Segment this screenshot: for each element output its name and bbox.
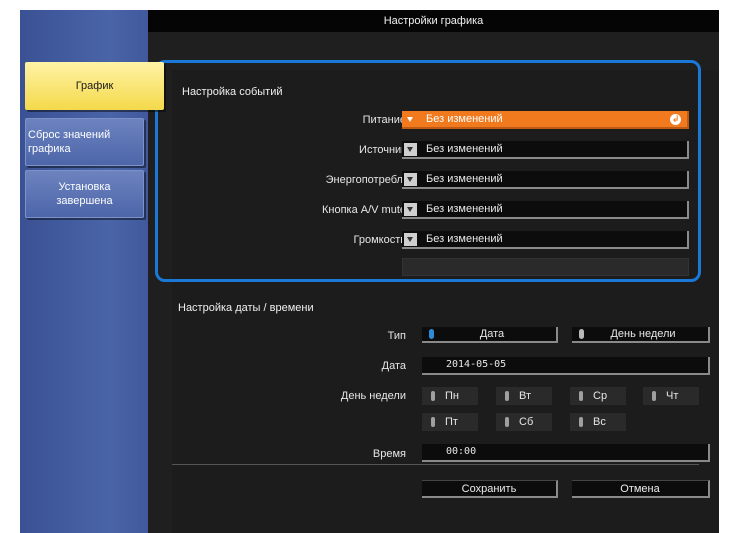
event-settings-label: Настройка событий	[182, 86, 283, 98]
volume-label: Громкость	[353, 234, 406, 246]
checkbox-icon	[431, 417, 435, 427]
power-consumption-label: Энергопотребл.	[325, 174, 406, 186]
checkbox-icon	[505, 417, 509, 427]
source-value: Без изменений	[426, 143, 503, 155]
av-mute-dropdown[interactable]: Без изменений	[402, 201, 689, 219]
datetime-settings-label: Настройка даты / времени	[178, 302, 314, 314]
power-label: Питание	[362, 114, 406, 126]
power-value: Без изменений	[426, 113, 503, 125]
weekday-sun[interactable]: Вс	[570, 413, 626, 431]
source-dropdown[interactable]: Без изменений	[402, 141, 689, 159]
sidebar-item-setup-complete[interactable]: Установка завершена	[25, 170, 144, 218]
date-field[interactable]: 2014-05-05	[422, 357, 710, 375]
type-weekday-radio[interactable]: День недели	[572, 327, 710, 343]
av-mute-label: Кнопка A/V mute	[321, 204, 406, 216]
power-consumption-value: Без изменений	[426, 173, 503, 185]
power-consumption-dropdown[interactable]: Без изменений	[402, 171, 689, 189]
time-label: Время	[372, 448, 406, 460]
volume-dropdown[interactable]: Без изменений	[402, 231, 689, 249]
cancel-button[interactable]: Отмена	[572, 480, 710, 498]
av-mute-value: Без изменений	[426, 203, 503, 215]
enter-icon: ↲	[670, 114, 681, 125]
volume-value: Без изменений	[426, 233, 503, 245]
checkbox-icon	[652, 391, 656, 401]
weekday-fri[interactable]: Пт	[422, 413, 478, 431]
power-dropdown[interactable]: Без изменений ↲	[402, 111, 689, 129]
weekday-thu[interactable]: Чт	[643, 387, 699, 405]
type-date-radio[interactable]: Дата	[422, 327, 558, 343]
checkbox-icon	[505, 391, 509, 401]
save-button[interactable]: Сохранить	[422, 480, 558, 498]
weekday-mon[interactable]: Пн	[422, 387, 478, 405]
divider	[172, 464, 699, 465]
checkbox-icon	[579, 391, 583, 401]
sidebar-item-schedule[interactable]: График	[25, 62, 164, 110]
source-label: Источник	[359, 144, 406, 156]
date-label: Дата	[381, 360, 406, 372]
checkbox-icon	[431, 391, 435, 401]
window-title: Настройки графика	[148, 10, 719, 32]
weekday-wed[interactable]: Ср	[570, 387, 626, 405]
sidebar-item-label: Сброс значений графика	[28, 129, 111, 155]
sidebar-item-reset-schedule[interactable]: Сброс значений графика	[25, 118, 144, 166]
weekday-sat[interactable]: Сб	[496, 413, 552, 431]
sidebar-item-label: Установка завершена	[56, 181, 113, 207]
chevron-down-icon	[404, 202, 417, 216]
chevron-down-icon	[404, 142, 417, 156]
weekday-label: День недели	[340, 390, 406, 402]
checkbox-icon	[579, 417, 583, 427]
time-field[interactable]: 00:00	[422, 444, 710, 462]
type-label: Тип	[387, 330, 406, 342]
chevron-down-icon	[404, 112, 417, 126]
empty-slot	[402, 258, 689, 276]
chevron-down-icon	[404, 172, 417, 186]
chevron-down-icon	[404, 232, 417, 246]
sidebar-item-label: График	[75, 80, 114, 92]
weekday-tue[interactable]: Вт	[496, 387, 552, 405]
